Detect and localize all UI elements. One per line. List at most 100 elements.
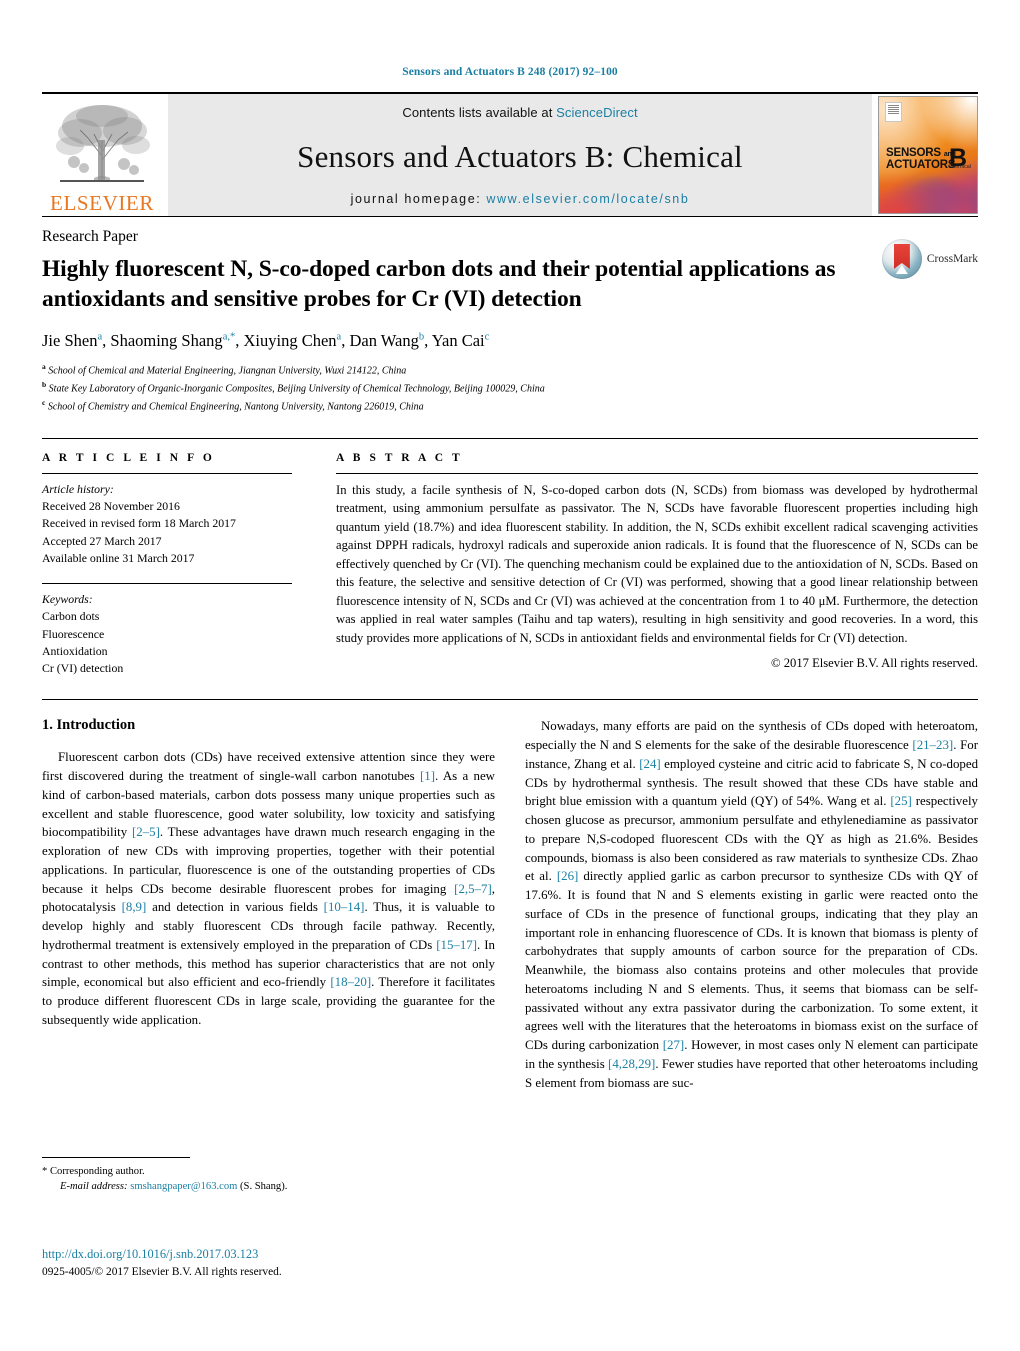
- citation-ref[interactable]: [24]: [639, 757, 660, 771]
- journal-homepage-url[interactable]: www.elsevier.com/locate/snb: [486, 192, 689, 206]
- article-info-column: A R T I C L E I N F O Article history: R…: [42, 452, 310, 677]
- citation-ref[interactable]: [26]: [557, 869, 578, 883]
- author-name: Xiuying Chen: [243, 330, 337, 350]
- keywords-label: Keywords:: [42, 592, 93, 607]
- author-affil-marker[interactable]: a,*: [223, 331, 236, 342]
- author-name: Jie Shen: [42, 330, 98, 350]
- divider: [42, 473, 292, 475]
- cover-title-text: SENSORS and ACTUATORS: [886, 147, 956, 171]
- author-item[interactable]: Jie Shena: [42, 331, 102, 350]
- divider: [336, 473, 978, 475]
- email-note: E-mail address: smshangpaper@163.com (S.…: [42, 1179, 462, 1194]
- divider: [42, 583, 292, 585]
- crossmark-icon: [881, 239, 922, 279]
- author-name: Shaoming Shang: [110, 330, 223, 350]
- affiliation-marker: c: [42, 397, 46, 407]
- title-block: Research Paper Highly fluorescent N, S-c…: [42, 216, 978, 414]
- citation-ref[interactable]: [1]: [420, 769, 435, 783]
- abstract-text: In this study, a facile synthesis of N, …: [336, 483, 978, 645]
- paragraph: Fluorescent carbon dots (CDs) have recei…: [42, 750, 496, 1027]
- journal-band: Contents lists available at ScienceDirec…: [168, 94, 872, 216]
- history-item: Received in revised form 18 March 2017: [42, 516, 236, 531]
- corresponding-marker: *: [42, 1166, 48, 1177]
- info-abstract-row: A R T I C L E I N F O Article history: R…: [42, 438, 978, 677]
- author-item[interactable]: Xiuying Chena: [243, 331, 341, 350]
- elsevier-wordmark: ELSEVIER: [50, 191, 154, 215]
- article-history-label: Article history:: [42, 482, 114, 497]
- abstract-heading: A B S T R A C T: [336, 452, 463, 465]
- page-title: Highly fluorescent N, S-co-doped carbon …: [42, 256, 836, 312]
- email-label: E-mail address:: [60, 1181, 128, 1193]
- cover-elsevier-mark-icon: [885, 102, 902, 122]
- author-item[interactable]: Yan Caic: [432, 331, 490, 350]
- cover-subtitle: Chemical: [948, 164, 971, 171]
- footnote-divider: [42, 1157, 190, 1158]
- footnote-block: * Corresponding author. E-mail address: …: [42, 1157, 462, 1195]
- history-item: Received 28 November 2016: [42, 499, 180, 514]
- body-divider: [42, 699, 978, 701]
- citation-ref[interactable]: [2–5]: [132, 825, 160, 839]
- elsevier-tree-icon: [50, 100, 154, 192]
- affiliation-text: School of Chemical and Material Engineer…: [48, 365, 407, 377]
- article-type-kicker: Research Paper: [42, 228, 138, 245]
- article-history-list: Received 28 November 2016 Received in re…: [42, 498, 310, 567]
- citation-ref[interactable]: [18–20]: [330, 975, 371, 989]
- keyword-item: Carbon dots: [42, 609, 100, 624]
- keyword-item: Cr (VI) detection: [42, 661, 124, 675]
- paper-page: Sensors and Actuators B 248 (2017) 92–10…: [0, 0, 1020, 1351]
- citation-ref[interactable]: [4,28,29]: [608, 1057, 655, 1071]
- corresponding-text: Corresponding author.: [49, 1166, 145, 1177]
- abstract-column: A B S T R A C T In this study, a facile …: [336, 452, 978, 677]
- corresponding-author-note: * Corresponding author.: [42, 1164, 462, 1179]
- affiliation-item: c School of Chemistry and Chemical Engin…: [42, 397, 978, 415]
- abstract-copyright: © 2017 Elsevier B.V. All rights reserved…: [771, 655, 978, 670]
- citation-ref[interactable]: [25]: [890, 794, 911, 808]
- homepage-prefix: journal homepage:: [350, 192, 487, 206]
- author-name: Yan Cai: [431, 330, 485, 350]
- citation-ref[interactable]: [2,5–7]: [454, 882, 492, 896]
- crossmark-badge[interactable]: CrossMark: [881, 239, 978, 279]
- affiliation-item: a School of Chemical and Material Engine…: [42, 361, 978, 379]
- citation-ref[interactable]: [21–23]: [912, 738, 953, 752]
- history-item: Accepted 27 March 2017: [42, 533, 162, 548]
- paragraph: Nowadays, many efforts are paid on the s…: [525, 719, 979, 1090]
- keyword-item: Fluorescence: [42, 626, 105, 641]
- body-columns: 1. Introduction Fluorescent carbon dots …: [42, 717, 978, 1092]
- affiliation-marker: a: [42, 362, 46, 372]
- contents-prefix: Contents lists available at: [402, 105, 557, 120]
- author-item[interactable]: Dan Wangb: [349, 331, 424, 350]
- cover-line2: ACTUATORS: [886, 158, 956, 171]
- doi-block: http://dx.doi.org/10.1016/j.snb.2017.03.…: [42, 1246, 282, 1281]
- body-column-right: Nowadays, many efforts are paid on the s…: [525, 717, 978, 1092]
- body-column-left: 1. Introduction Fluorescent carbon dots …: [42, 717, 495, 1092]
- author-name: Dan Wang: [349, 330, 419, 350]
- sciencedirect-link[interactable]: ScienceDirect: [556, 105, 638, 120]
- author-sep: ,: [424, 330, 432, 350]
- citation-ref[interactable]: [15–17]: [436, 938, 477, 952]
- issn-copyright-line: 0925-4005/© 2017 Elsevier B.V. All right…: [42, 1265, 282, 1278]
- author-list: Jie Shena, Shaoming Shanga,*, Xiuying Ch…: [42, 331, 978, 351]
- doi-link[interactable]: http://dx.doi.org/10.1016/j.snb.2017.03.…: [42, 1246, 282, 1264]
- keyword-list: Carbon dots Fluorescence Antioxidation C…: [42, 608, 310, 677]
- affiliation-marker: b: [42, 380, 47, 389]
- author-affil-marker[interactable]: c: [485, 331, 490, 342]
- affiliation-text: State Key Laboratory of Organic-Inorgani…: [48, 383, 545, 395]
- affiliation-item: b State Key Laboratory of Organic-Inorga…: [42, 379, 978, 397]
- author-item[interactable]: Shaoming Shanga,*: [110, 331, 235, 350]
- journal-title: Sensors and Actuators B: Chemical: [297, 138, 743, 174]
- keyword-item: Antioxidation: [42, 643, 108, 658]
- article-info-heading: A R T I C L E I N F O: [42, 452, 215, 465]
- email-owner: (S. Shang).: [240, 1181, 288, 1193]
- history-item: Available online 31 March 2017: [42, 550, 195, 565]
- email-link[interactable]: smshangpaper@163.com: [130, 1181, 237, 1192]
- citation-ref[interactable]: [8,9]: [122, 900, 147, 914]
- running-head: Sensors and Actuators B 248 (2017) 92–10…: [402, 66, 618, 78]
- journal-homepage-line: journal homepage: www.elsevier.com/locat…: [351, 192, 690, 206]
- journal-masthead: ELSEVIER Contents lists available at Sci…: [42, 92, 978, 216]
- affiliation-text: School of Chemistry and Chemical Enginee…: [47, 400, 424, 412]
- elsevier-logo: ELSEVIER: [42, 94, 162, 216]
- citation-ref[interactable]: [10–14]: [324, 900, 365, 914]
- cover-line1: SENSORS: [886, 147, 941, 160]
- citation-ref[interactable]: [27]: [663, 1038, 684, 1052]
